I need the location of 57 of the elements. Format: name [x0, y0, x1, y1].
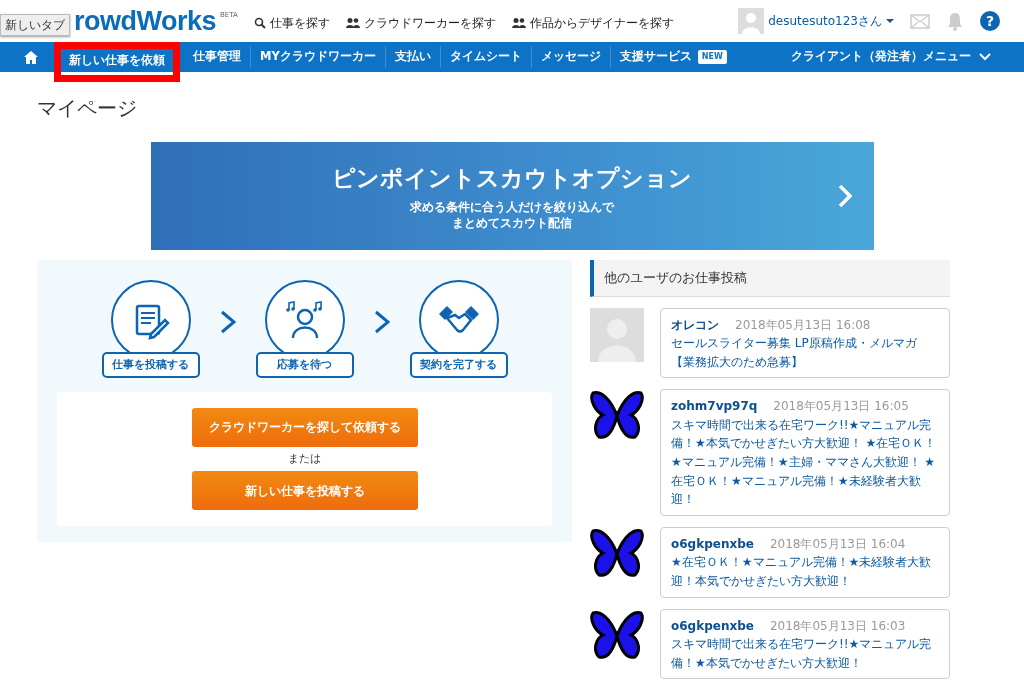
search-link[interactable]: 仕事を探す: [253, 14, 330, 32]
nav-tab[interactable]: 新しい仕事を依頼: [54, 42, 180, 82]
step-label: 契約を完了する: [409, 352, 508, 378]
nav-tab[interactable]: MYクラウドワーカー: [251, 46, 386, 68]
post-date: 2018年05月13日 16:04: [769, 535, 906, 553]
search-workers-button[interactable]: クラウドワーカーを探して依頼する: [191, 407, 418, 447]
post-date: 2018年05月13日 16:08: [735, 316, 871, 334]
people-icon: [345, 17, 360, 29]
nav-tab[interactable]: メッセージ: [531, 46, 611, 68]
nav-tab[interactable]: 支援サービス NEW: [610, 46, 736, 68]
nav-tab[interactable]: タイムシート: [440, 46, 532, 68]
new-badge: NEW: [697, 50, 727, 64]
bell-icon: [946, 11, 964, 31]
post-author: o6gkpenxbe: [671, 617, 754, 635]
chevron-right-icon: [219, 310, 236, 334]
banner[interactable]: ピンポイントスカウトオプション 求める条件に合う人だけを絞り込んで まとめてスカウト配信: [150, 142, 874, 250]
page-title: マイページ: [37, 96, 138, 120]
tooltip: 新しいタブ: [0, 14, 70, 36]
panel-heading: 他のユーザのお仕事投稿: [590, 260, 950, 297]
home-link[interactable]: [24, 50, 38, 64]
avatar-icon: [738, 8, 765, 34]
post-text: スキマ時間で出来る在宅ワーク!!★マニュアル完備！★本気でかせぎたい方大歓迎！: [671, 636, 933, 672]
search-icon: [253, 17, 266, 29]
post-text: スキマ時間で出来る在宅ワーク!!★マニュアル完備！★本気でかせぎたい方大歓迎！ ★在宅ＯＫ！★マニュアル完備！★主婦・ママさん大歓迎！ ★在宅ＯＫ！★マニュアル完備！★未経験者大歓迎！: [671, 416, 938, 509]
user-menu[interactable]: desutesuto123さん: [768, 12, 894, 30]
banner-subtitle: 求める条件に合う人だけを絞り込んで: [410, 199, 614, 216]
people-link[interactable]: クラウドワーカーを探す: [345, 14, 496, 32]
step-label: 仕事を投稿する: [101, 352, 200, 378]
post-card[interactable]: zohm7vp97q 2018年05月13日 16:05 スキマ時間で出来る在宅ワーク!!★マニュアル完備！★本気でかせぎたい方大歓迎！ ★在宅ＯＫ！★マニュアル完備！★主婦・ママさん大歓迎！ ★在宅ＯＫ！★マニュアル完備！★未経験者大歓迎！: [660, 389, 950, 516]
logo-text: rowdWorks: [74, 7, 217, 35]
chevron-right-icon: [373, 310, 390, 334]
post-author: o6gkpenxbe: [671, 535, 754, 553]
banner-title: ピンポイントスカウトオプション: [332, 163, 692, 193]
people-icon: [511, 17, 526, 29]
post-text: セールスライター募集 LP原稿作成・メルマガ【業務拡大のため急募】: [671, 335, 918, 371]
people-link[interactable]: 作品からデザイナーを探す: [511, 14, 674, 32]
post-author: zohm7vp97q: [671, 398, 758, 416]
post-card[interactable]: オレコン 2018年05月13日 16:08 セールスライター募集 LP原稿作成・メルマガ【業務拡大のため急募】: [660, 307, 950, 379]
chevron-down-icon: [979, 53, 991, 61]
help-button[interactable]: ?: [980, 11, 1000, 31]
mail-icon: [910, 13, 930, 29]
post-job-button[interactable]: 新しい仕事を投稿する: [191, 471, 418, 511]
post-date: 2018年05月13日 16:05: [773, 398, 909, 416]
chevron-right-icon: [837, 184, 852, 208]
post-text: ★在宅ＯＫ！★マニュアル完備！★未経験者大歓迎！本気でかせぎたい方大歓迎！: [671, 554, 933, 591]
avatar-icon: [590, 307, 644, 362]
post-date: 2018年05月13日 16:03: [769, 617, 906, 635]
client-menu[interactable]: クライアント（発注者）メニュー: [782, 46, 1000, 68]
post-card[interactable]: o6gkpenxbe 2018年05月13日 16:03 スキマ時間で出来る在宅ワーク!!★マニュアル完備！★本気でかせぎたい方大歓迎！: [660, 608, 950, 680]
post-author: オレコン: [671, 316, 719, 334]
nav-tab[interactable]: 仕事管理: [184, 46, 251, 68]
separator-text: または: [288, 450, 321, 467]
nav-tab[interactable]: 支払い: [385, 46, 441, 68]
step-label: 応募を待つ: [255, 352, 354, 378]
banner-subtitle: まとめてスカウト配信: [451, 215, 573, 232]
post-card[interactable]: o6gkpenxbe 2018年05月13日 16:04 ★在宅ＯＫ！★マニュアル完備！★未経験者大歓迎！本気でかせぎたい方大歓迎！: [660, 526, 950, 598]
home-icon: [24, 50, 38, 64]
